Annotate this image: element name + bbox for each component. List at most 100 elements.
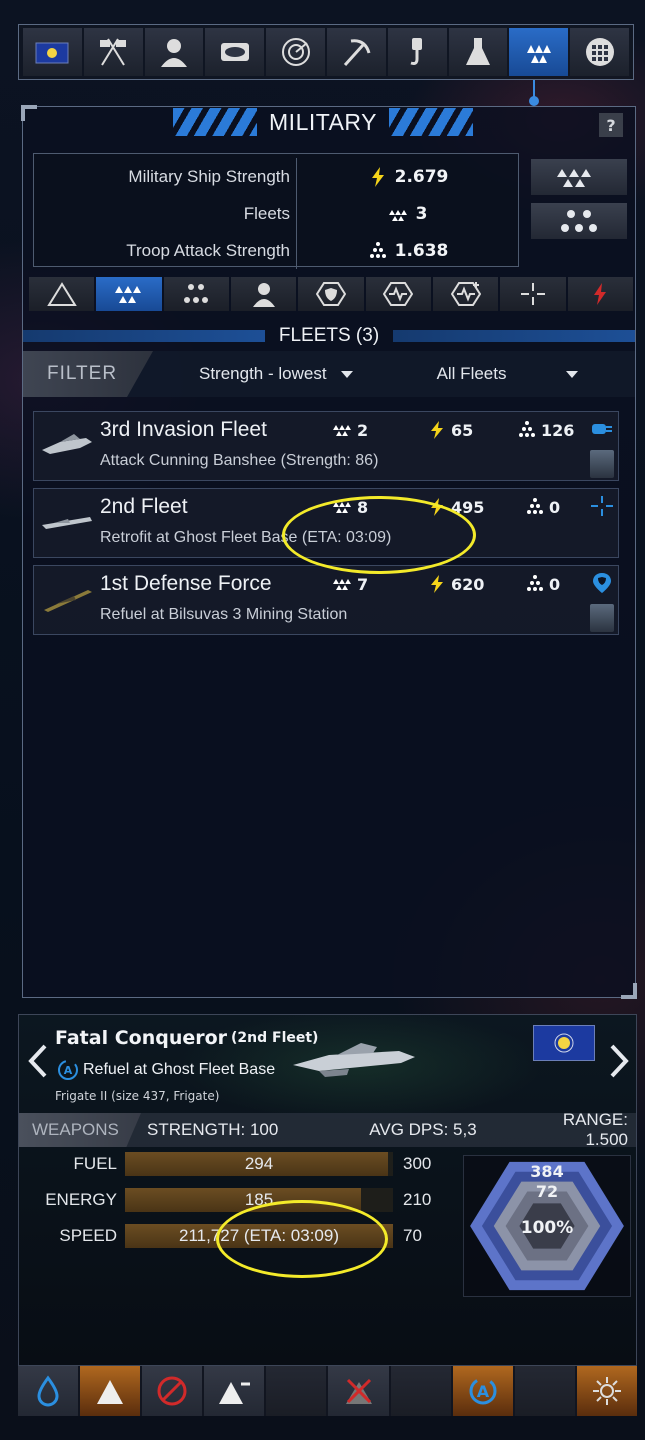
strength-value: 65 [451,420,474,440]
hitpoints-hexagon: 384 72 100% [463,1155,631,1297]
speed-row: SPEED 211,727 (ETA: 03:09) 70 [19,1223,459,1249]
tab-characters[interactable] [230,277,297,311]
stat-label: Military Ship Strength [128,166,290,186]
fleet-icon [333,579,351,590]
automate-button[interactable]: A [452,1366,513,1416]
refuel-button[interactable] [18,1366,79,1416]
chevron-down-icon [566,370,579,378]
tab-repair[interactable] [365,277,431,311]
strength-value: 495 [451,497,485,517]
cancel-button[interactable] [142,1366,203,1416]
troops-view-button[interactable] [531,203,627,239]
fleet-ship-count: 8 [332,497,368,517]
radar-button[interactable] [266,28,325,76]
ship-class: Frigate II (size 437, Frigate) [55,1089,220,1103]
weapons-tab[interactable]: WEAPONS [19,1113,141,1147]
military-fleets-icon [526,45,551,63]
fleet-troops: 0 [524,497,560,517]
sort-dropdown[interactable]: Strength - lowest [199,364,353,384]
construction-button[interactable] [387,28,447,76]
disband-button[interactable] [328,1366,389,1416]
hp-shield-value: 100% [520,1218,574,1238]
avatar [590,450,614,478]
toolbar-connector-dot [529,96,539,106]
empire-flag-button[interactable] [23,28,82,76]
grid-menu-button[interactable] [570,28,629,76]
resource-max: 70 [403,1226,422,1245]
scope-dropdown[interactable]: All Fleets [437,364,579,384]
svg-text:A: A [477,1382,490,1401]
chevron-left-icon[interactable] [27,1043,49,1079]
empty-slot [266,1366,327,1416]
heartbeat-hex-plus-icon [450,282,481,306]
lightning-icon [431,498,443,516]
move-button[interactable] [80,1366,141,1416]
fleet-name: 3rd Invasion Fleet [100,418,267,441]
lightning-icon [431,421,443,439]
speed-bar: 211,727 (ETA: 03:09) [125,1224,393,1248]
troops-icon [519,421,535,437]
filter-bar: FILTER Strength - lowest All Fleets [23,351,635,397]
fleet-troops: 0 [524,574,560,594]
tab-power[interactable] [567,277,633,311]
panel-corner [21,105,37,121]
sort-dropdown-value: Strength - lowest [199,364,327,383]
fleet-row[interactable]: 3rd Invasion Fleet Attack Cunning Banshe… [33,411,619,481]
energy-row: ENERGY 185 210 [19,1187,459,1213]
diplomacy-button[interactable] [83,28,143,76]
tab-defense[interactable] [298,277,364,311]
category-tabs [29,277,633,311]
empire-flag-icon [554,1033,574,1053]
fleet-row[interactable]: 2nd Fleet Retrofit at Ghost Fleet Base (… [33,488,619,558]
stat-value: 3 [297,203,518,225]
tab-fleets[interactable] [96,277,162,311]
fleet-troops: 126 [516,420,574,440]
research-button[interactable] [448,28,508,76]
radar-icon [281,38,310,66]
disband-x-icon [345,1378,372,1404]
avatar [590,604,614,632]
formation-button[interactable] [576,1366,637,1416]
construction-hook-icon [410,38,423,65]
characters-icon [160,39,187,67]
fleet-strength: 65 [426,420,473,440]
troops-value: 0 [549,497,561,517]
planets-button[interactable] [205,28,265,76]
refuel-drop-icon [37,1375,59,1407]
tab-troops[interactable] [163,277,229,311]
tab-targeting[interactable] [500,277,566,311]
fleets-header: FLEETS (3) [23,323,635,349]
fleet-task: Retrofit at Ghost Fleet Base (ETA: 03:09… [100,529,392,546]
characters-button[interactable] [144,28,204,76]
resource-value: 185 [244,1190,274,1209]
troops-icon [561,210,597,232]
resource-max: 210 [403,1190,432,1209]
ship-strength-value: 2.679 [394,166,449,187]
tab-all[interactable] [29,277,95,311]
shield-hex-icon [315,282,346,306]
help-button[interactable]: ? [599,113,623,137]
mining-button[interactable] [326,28,386,76]
fleet-strength: 620 [426,574,484,594]
panel-title: MILITARY [269,108,377,135]
character-icon [252,283,275,307]
remove-ship-button[interactable] [204,1366,265,1416]
grid-menu-icon [585,38,614,66]
weapons-dps: AVG DPS: 5,3 [369,1120,477,1139]
military-button[interactable] [509,28,569,76]
fleet-row[interactable]: 1st Defense Force Refuel at Bilsuvas 3 M… [33,565,619,635]
chevron-right-icon[interactable] [608,1043,630,1079]
heartbeat-hex-icon [383,282,414,306]
energy-bar: 185 [125,1188,393,1212]
ships-view-button[interactable] [531,159,627,195]
empty-slot [390,1366,451,1416]
empire-flag-button[interactable] [533,1025,595,1061]
ship-count-value: 2 [357,420,369,440]
ship-thumbnail-icon [42,517,92,529]
fuel-pump-icon [592,424,612,434]
stat-label: Troop Attack Strength [126,240,290,260]
ship-count-value: 7 [357,574,369,594]
tab-repair-plus[interactable] [432,277,499,311]
fleets-count-value: 3 [415,203,428,224]
mining-pickaxe-icon [344,39,371,67]
